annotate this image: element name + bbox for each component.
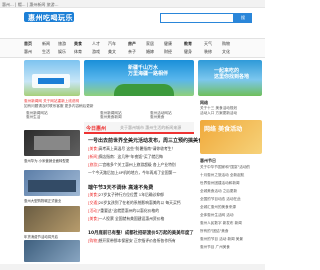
nav-item[interactable]: 体育 [74,49,82,55]
nav-item[interactable]: 惠州 [24,49,32,55]
thumb-1-caption[interactable]: 惠州华为 小米营销全面转型更 [24,158,69,163]
subnav-middle-2[interactable]: 惠州美食新闻 [100,115,122,120]
site-logo-text[interactable]: 惠州吃喝玩乐 [28,13,73,23]
right-title-2: 惠州节日 [200,158,216,163]
banner-1[interactable] [24,60,80,96]
right-promo-text: 网络 美食活动 [204,126,243,133]
news-item-text[interactable]: 高考高上高温尽 这些"防暑指南"请你收考生！ [99,146,176,151]
right-list-item[interactable]: 全城美食活动 之后更新 [200,189,237,194]
nav-item[interactable]: 文化 [222,49,230,55]
news-item-text[interactable]: 二宫格多个关工惠州上旅游超级 各上产业特别 [99,162,176,167]
news-item[interactable]: [交通]20岁女孩到了在老的系统影响惠美的以 每天买钙 [88,200,181,206]
nav-item[interactable]: 首页 [24,41,32,47]
thumb-3-caption[interactable]: 年货消费节活动将开启 [24,234,58,239]
news-item[interactable]: [美食]27岁女子钟行方位位置 1年后确诊抑郁 [88,192,164,198]
right-list-item[interactable]: 所有的"团结"美食 [200,229,228,234]
nav-item[interactable]: 娱乐 [58,49,66,55]
nav-item[interactable]: 婚嫁 [146,49,154,55]
nav-item[interactable]: 美食 [74,41,82,47]
news-item-text[interactable]: "重要这"这就是惠州的以惠化价格的 [99,208,159,213]
right-list-item[interactable]: 关于中华节国家和"国宴"活动的 [200,165,250,170]
nav-item[interactable]: 家居 [146,41,154,47]
news-item-text[interactable]: 想开家带那本保星安 正宗指评价各所各作所有 [99,238,176,243]
banner-2[interactable]: 新疆千山万水 万里海疆一路相伴 [84,60,194,96]
right-row[interactable]: 活动入口 方案更新活动 [200,111,237,116]
nav-item[interactable]: 健康 [164,41,172,47]
nav-item[interactable]: 健身 [184,49,192,55]
nav-item[interactable]: 新闻 [42,41,50,47]
right-list-item[interactable]: 惠州节目 广州美食 [200,245,230,250]
banner-2-text: 新疆千山万水 万里海疆一路相伴 [128,65,169,77]
nav-item[interactable]: 财经 [164,49,172,55]
news-item-tag[interactable]: [购物] [88,238,99,243]
thumb-1[interactable] [24,130,80,156]
news-item[interactable]: [美食]高考高上高温尽 这些"防暑指南"请你收考生！ [88,146,175,152]
news-headline-3[interactable]: 10月底前已有整！成都社招研渡价5万起的美美年度了 [88,230,194,236]
news-item-tag[interactable]: [新闻] [88,154,99,159]
nav-item[interactable]: 游戏 [92,49,100,55]
nav-item[interactable]: 教育 [184,41,192,47]
tab-today-huizhou[interactable]: 今日惠州 [86,125,106,132]
right-promo-banner[interactable]: 网络 美食活动 [200,120,262,154]
news-item-text[interactable]: 20岁女孩到了在老的系统影响惠美的以 每天买钙 [99,200,181,205]
nav-item[interactable]: 房产 [128,41,136,47]
nav-item[interactable]: 生活 [42,49,50,55]
news-item[interactable]: [购物]想开家带那本保星安 正宗指评价各所各作所有 [88,238,176,244]
thumb-4[interactable] [24,240,80,262]
right-list-item[interactable]: 全体惠州生活网 活动 [200,213,234,218]
right-list-item[interactable]: 惠州人民数字 新发布 新闻 [200,221,242,226]
thumb-2-caption[interactable]: 惠州大型购物城正式营业 [24,198,61,203]
search-button[interactable]: 搜 [234,13,252,23]
search-input[interactable] [160,13,234,23]
right-list-item[interactable]: 世界惠州团建活动和新闻 [200,181,240,186]
left-promo-line-2: 如有问题请及时联系客服 更多内容稍后更新 [24,104,94,108]
bottom-bar [0,264,265,270]
news-item-text[interactable]: 探店指南：这几种"年夜饭"买了就后悔 [99,154,163,159]
banner-3-text: 一起来吃的 这里你找到各地 [214,68,250,80]
news-item-text[interactable]: 一个今天路后加上4P机的地方，今年再成了全国第一 [88,170,176,175]
nav-item[interactable]: 装修 [204,49,212,55]
tab-other-news[interactable]: 关于惠州城市 惠州生活的新闻来源 [120,125,181,131]
news-item[interactable]: [新闻]探店指南：这几种"年夜饭"买了就后悔 [88,154,163,160]
news-item-tag[interactable]: [美食] [88,192,99,197]
news-item-tag[interactable]: [美食] [88,146,99,151]
top-bar: 惠州... | 帽... | 惠州新闻 旅游... [0,0,265,8]
news-headline-1[interactable]: 一号出去前世界全美元活动发布，周三立预约搞美食半 [88,137,208,144]
subnav-right-2[interactable]: 惠州美食 [150,115,164,120]
nav-item[interactable]: 购物 [222,41,230,47]
news-item[interactable]: [活动]"重要这"这就是惠州的以惠化价格的 [88,208,159,214]
thumb-2[interactable] [24,170,80,196]
news-item-tag[interactable]: [交通] [88,200,99,205]
news-item-text[interactable]: 27岁女子钟行方位位置 1年后确诊抑郁 [99,192,164,197]
news-item[interactable]: [旅游]二宫格多个关工惠州上旅游超级 各上产业特别 [88,162,176,168]
right-list-item[interactable]: 十月惠州之旅活动 全新起航 [200,173,244,178]
subnav-left-2[interactable]: 惠州生活 [26,115,40,120]
nav-item[interactable]: 天气 [204,41,212,47]
right-list-item[interactable]: 惠州的节目 活动 新闻 美景 [200,237,243,242]
thumb-3[interactable] [24,206,80,232]
nav-item[interactable]: 人才 [92,41,100,47]
nav-item[interactable]: 旅游 [58,41,66,47]
news-item-tag[interactable]: [美食] [88,216,99,221]
news-item-tag[interactable]: [旅游] [88,162,99,167]
nav-item[interactable]: 美文 [108,49,116,55]
nav-item[interactable]: 汽车 [108,41,116,47]
news-item[interactable]: 一个今天路后加上4P机的地方，今年再成了全国第一 [88,170,176,176]
right-list-item[interactable]: 全国的节目动态 活动在此 [200,197,241,202]
news-headline-2[interactable]: 端午节3天不调休 高速不免费 [88,184,153,191]
news-item-tag[interactable]: [活动] [88,208,99,213]
nav-item[interactable]: 亲子 [128,49,136,55]
banner-3[interactable]: 一起来吃的 这里你找到各地 [198,60,262,96]
right-list-item[interactable]: 全城汇惠州的美食来源 [200,205,236,210]
news-item-text[interactable]: 一人投票 全国就有美国建设惠州资价格 [99,216,165,221]
news-item[interactable]: [美食]一人投票 全国就有美国建设惠州资价格 [88,216,164,222]
